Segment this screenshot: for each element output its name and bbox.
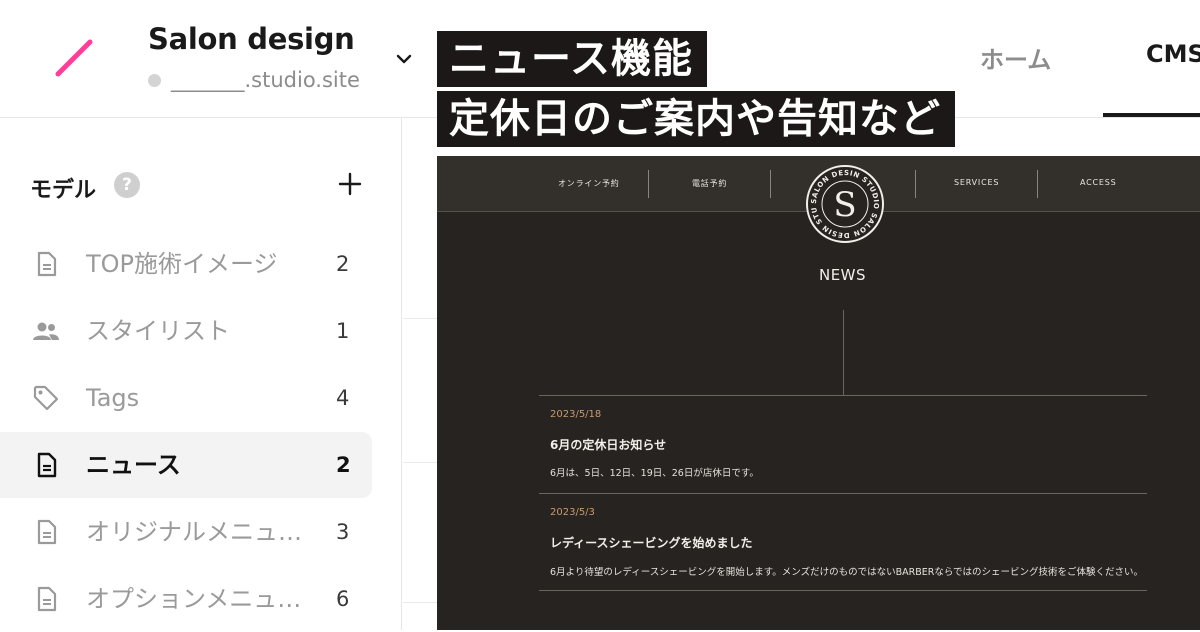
sidebar-item-label: TOP施術イメージ [86,250,278,278]
news-divider-vertical [843,310,844,396]
sidebar-item-count: 4 [336,386,350,410]
models-title: モデル [30,178,97,203]
sidebar-item-count: 6 [336,587,350,611]
sidebar-item-option-menu[interactable]: オプションメニュ… 6 [0,566,372,632]
document-icon [37,452,57,478]
models-sidebar: モデル ? TOP施術イメージ 2 スタイリスト 1 Tags 4 ニュース 2… [0,118,402,630]
people-icon [33,322,59,340]
tab-cms[interactable]: CMS [1146,40,1200,68]
site-title: Salon design [148,22,355,56]
list-divider [403,602,437,603]
list-divider [403,462,437,463]
list-divider [403,318,437,319]
nav-separator [1037,170,1038,198]
news-title[interactable]: 6月の定休日お知らせ [550,436,666,453]
tag-icon [33,385,59,411]
news-body: 6月より待望のレディースシェービングを開始します。メンズだけのものではないBAR… [550,567,1144,578]
nav-separator [648,170,649,198]
chevron-down-icon[interactable] [393,48,415,70]
sidebar-item-count: 3 [336,520,350,544]
nav-services[interactable]: SERVICES [954,178,999,187]
help-icon[interactable]: ? [114,172,140,198]
nav-online-booking[interactable]: オンライン予約 [558,178,620,189]
studio-logo-icon[interactable] [52,38,96,78]
sidebar-item-stylists[interactable]: スタイリスト 1 [0,298,372,364]
news-heading: NEWS [818,266,867,284]
site-url: _______.studio.site [171,68,360,92]
add-model-icon[interactable] [336,170,364,198]
sidebar-item-label: Tags [86,384,140,412]
nav-separator [915,170,916,198]
document-icon [37,519,57,545]
nav-access[interactable]: ACCESS [1080,178,1117,187]
sidebar-item-label: ニュース [86,451,181,479]
news-divider [539,395,1147,396]
sidebar-item-label: オリジナルメニュ… [86,518,302,546]
headline-line-2: 定休日のご案内や告知など [437,91,955,147]
document-icon [37,251,57,277]
site-preview: オンライン予約 電話予約 SERVICES ACCESS SALON DESIN… [437,156,1200,630]
sidebar-item-tags[interactable]: Tags 4 [0,365,372,431]
sidebar-item-news[interactable]: ニュース 2 [0,432,372,498]
logo-letter: S [833,185,856,225]
sidebar-item-count: 2 [336,252,350,276]
active-tab-indicator [1103,113,1200,117]
news-date: 2023/5/3 [550,507,595,518]
tab-home[interactable]: ホーム [980,40,1051,75]
headline-line-1: ニュース機能 [437,31,707,87]
document-icon [37,586,57,612]
sidebar-item-count: 1 [336,319,350,343]
status-dot-icon [148,73,161,87]
sidebar-item-original-menu[interactable]: オリジナルメニュ… 3 [0,499,372,565]
sidebar-item-top-images[interactable]: TOP施術イメージ 2 [0,231,372,297]
news-divider [539,493,1147,494]
news-date: 2023/5/18 [550,409,602,420]
nav-separator [770,170,771,198]
news-divider [539,590,1147,591]
salon-logo-emblem[interactable]: SALON DESIN STUDIO SALON DESIN STUDIO S [805,164,885,244]
models-header: モデル ? [30,170,370,206]
nav-phone-booking[interactable]: 電話予約 [692,178,727,189]
site-url-row: _______.studio.site [148,68,360,92]
sidebar-item-label: オプションメニュ… [86,585,302,613]
news-body: 6月は、5日、12日、19日、26日が店休日です。 [550,468,759,479]
sidebar-item-label: スタイリスト [86,317,230,345]
sidebar-item-count: 2 [336,453,351,477]
news-title[interactable]: レディースシェービングを始めました [550,534,753,551]
